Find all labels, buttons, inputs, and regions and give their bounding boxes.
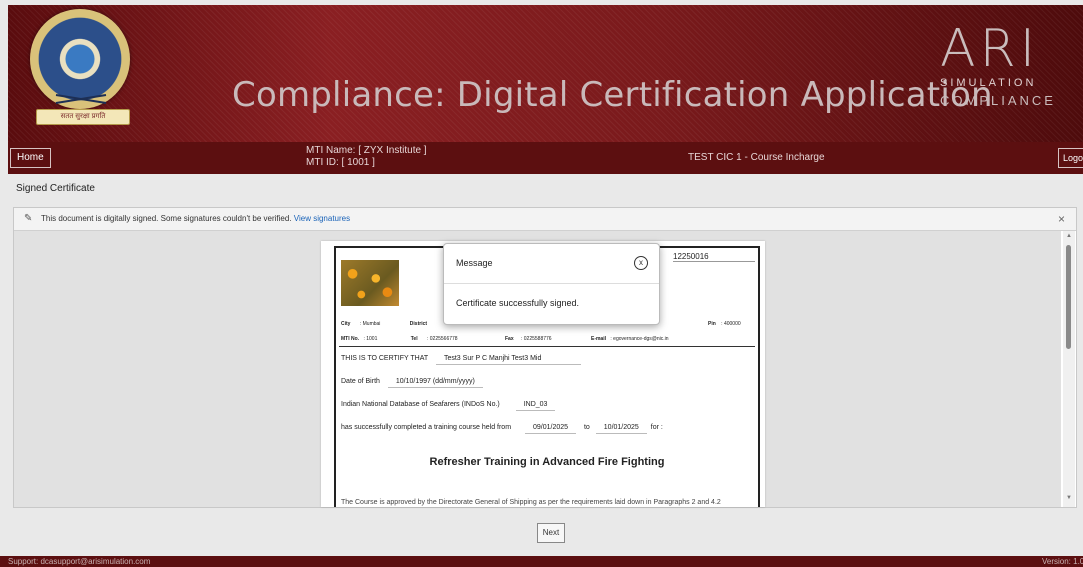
dialog-header: Message x bbox=[444, 244, 659, 284]
seal-motto: सतत सुरक्षा प्रगति bbox=[36, 109, 130, 125]
indos-value: IND_03 bbox=[515, 401, 556, 411]
ari-logo-simulation: SIMULATION bbox=[940, 77, 1037, 89]
dob-label: Date of Birth bbox=[341, 378, 380, 385]
approval-text: The Course is approved by the Directorat… bbox=[341, 499, 721, 506]
district-label: District bbox=[409, 321, 428, 327]
to-label: to bbox=[583, 424, 590, 431]
certify-label: THIS IS TO CERTIFY THAT bbox=[341, 355, 429, 362]
mti-id: MTI ID: [ 1001 ] bbox=[306, 157, 375, 168]
scroll-down-icon[interactable]: ▼ bbox=[1066, 495, 1072, 501]
support-email: Support: dcasupport@arisimulation.com bbox=[8, 557, 151, 566]
current-user: TEST CIC 1 - Course Incharge bbox=[688, 152, 825, 163]
mti-name: MTI Name: [ ZYX Institute ] bbox=[306, 145, 427, 156]
ari-logo: ARI SIMULATION COMPLIANCE bbox=[940, 23, 1076, 108]
fax-value: : 0225588776 bbox=[521, 336, 552, 342]
page-title: Signed Certificate bbox=[16, 183, 95, 194]
city-row: City : Mumbai District bbox=[341, 321, 427, 327]
course-dates-line: has successfully completed a training co… bbox=[341, 424, 663, 434]
dialog-close-icon[interactable]: x bbox=[634, 256, 648, 270]
dob-value: 10/10/1997 (dd/mm/yyyy) bbox=[387, 378, 483, 388]
fax-label: Fax bbox=[504, 336, 514, 342]
logout-button[interactable]: Logout bbox=[1058, 148, 1083, 168]
signature-notice-text: This document is digitally signed. Some … bbox=[41, 214, 292, 223]
for-label: for : bbox=[650, 424, 663, 431]
viewer-scrollbar[interactable]: ▲ ▼ bbox=[1063, 231, 1075, 507]
pin-value: : 400000 bbox=[721, 321, 741, 327]
certificate-number: 12250016 bbox=[673, 252, 755, 262]
dialog-message: Certificate successfully signed. bbox=[456, 298, 580, 308]
message-dialog: Message x Certificate successfully signe… bbox=[443, 243, 660, 325]
version-label: Version: 1.0.0 bbox=[1042, 557, 1083, 566]
candidate-name: Test3 Sur P C Manjhi Test3 Mid bbox=[435, 355, 582, 365]
scroll-up-icon[interactable]: ▲ bbox=[1066, 233, 1072, 239]
home-button[interactable]: Home bbox=[10, 148, 51, 168]
indos-label: Indian National Database of Seafarers (I… bbox=[341, 401, 500, 408]
contact-row: MTI No. : 1001 Tel : 0225566778 Fax : 02… bbox=[341, 336, 669, 342]
dob-line: Date of Birth 10/10/1997 (dd/mm/yyyy) bbox=[341, 378, 483, 388]
mti-no-value: : 1001 bbox=[363, 336, 378, 342]
anchor-icon bbox=[55, 94, 107, 104]
tel-value: : 0225566778 bbox=[427, 336, 458, 342]
divider bbox=[339, 346, 755, 347]
candidate-photo bbox=[341, 260, 399, 306]
pin-row: Pin : 400000 bbox=[708, 321, 741, 327]
email-value: : egovernance-dgs@nic.in bbox=[610, 336, 669, 342]
header-banner: सतत सुरक्षा प्रगति Compliance: Digital C… bbox=[8, 5, 1083, 142]
app-title: Compliance: Digital Certification Applic… bbox=[232, 75, 993, 115]
ari-logo-text: ARI bbox=[940, 19, 1040, 79]
pin-label: Pin bbox=[708, 321, 716, 327]
certify-line: THIS IS TO CERTIFY THAT Test3 Sur P C Ma… bbox=[341, 355, 582, 365]
footer: Support: dcasupport@arisimulation.com Ve… bbox=[0, 556, 1083, 567]
signature-pen-icon: ✎ bbox=[24, 213, 33, 224]
top-navbar: Home MTI Name: [ ZYX Institute ] MTI ID:… bbox=[8, 142, 1083, 174]
signature-notice-bar: ✎ This document is digitally signed. Som… bbox=[14, 208, 1076, 231]
tel-label: Tel bbox=[410, 336, 418, 342]
view-signatures-link[interactable]: View signatures bbox=[294, 214, 350, 223]
mti-no-label: MTI No. bbox=[341, 336, 360, 342]
ari-logo-compliance: COMPLIANCE bbox=[940, 93, 1056, 108]
indos-line: Indian National Database of Seafarers (I… bbox=[341, 401, 556, 411]
close-notice-icon[interactable]: × bbox=[1058, 208, 1065, 230]
city-value: : Mumbai bbox=[359, 321, 381, 327]
from-date: 09/01/2025 bbox=[524, 424, 577, 434]
to-date: 10/01/2025 bbox=[595, 424, 647, 434]
city-label: City bbox=[341, 321, 351, 327]
scroll-thumb[interactable] bbox=[1066, 245, 1071, 349]
dialog-title: Message bbox=[456, 258, 493, 268]
email-label: E-mail bbox=[590, 336, 606, 342]
course-name: Refresher Training in Advanced Fire Figh… bbox=[429, 456, 665, 468]
mti-info: MTI Name: [ ZYX Institute ] MTI ID: [ 10… bbox=[306, 145, 427, 169]
course-held-label: has successfully completed a training co… bbox=[341, 424, 512, 431]
next-button[interactable]: Next bbox=[537, 523, 565, 543]
